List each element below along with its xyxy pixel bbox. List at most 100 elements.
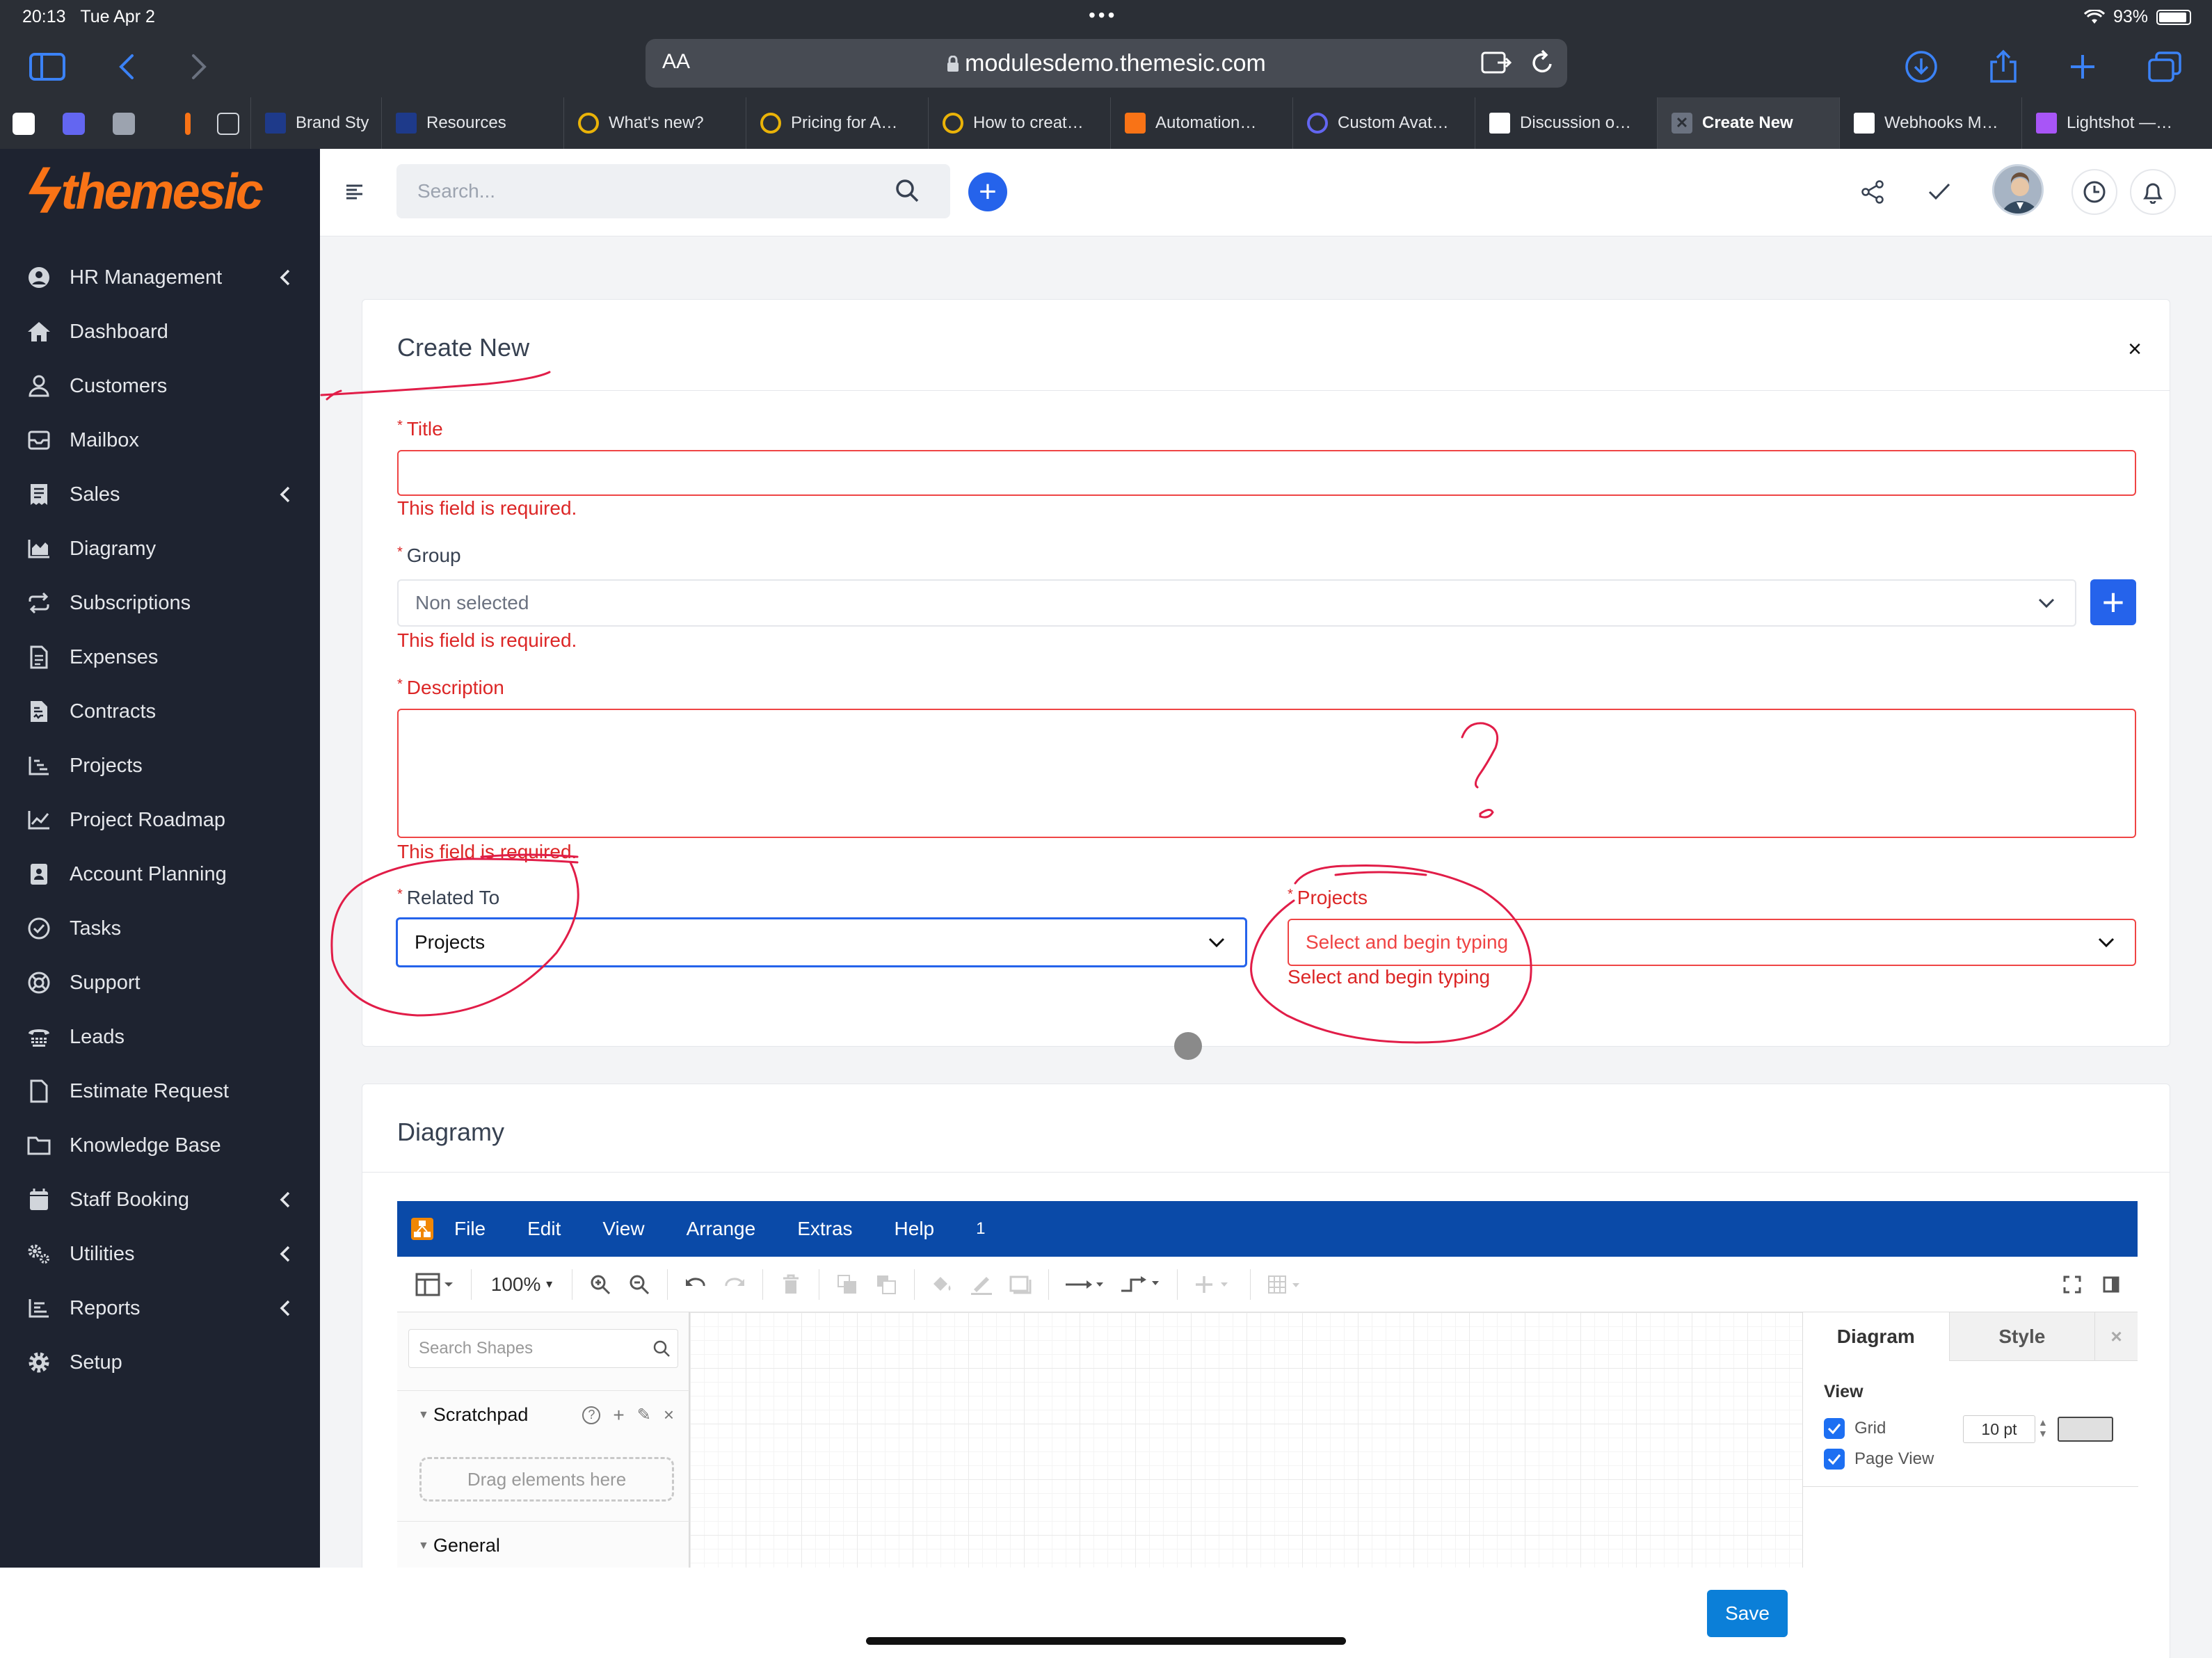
fill-color-icon[interactable] [923,1265,962,1304]
connection-icon[interactable] [1057,1265,1113,1304]
search-icon[interactable] [895,178,920,203]
clock-icon[interactable] [2071,169,2117,215]
sidebar-item-project-roadmap[interactable]: Project Roadmap [0,793,320,847]
pinned-tab[interactable] [113,113,135,135]
sidebar-item-leads[interactable]: Leads [0,1010,320,1064]
menu-view[interactable]: View [602,1218,644,1240]
menu-help[interactable]: Help [895,1218,935,1240]
address-bar[interactable]: AA modulesdemo.themesic.com [646,39,1567,88]
fullscreen-icon[interactable] [2053,1265,2092,1304]
delete-icon[interactable] [771,1265,810,1304]
add-group-button[interactable]: + [2090,579,2136,625]
reader-icon[interactable] [1481,49,1512,77]
menu-toggle-icon[interactable] [334,171,376,213]
pinned-tab[interactable] [63,113,85,135]
browser-tab[interactable]: Lightshot —… [2021,97,2212,149]
sidebar-item-dashboard[interactable]: Dashboard [0,305,320,359]
browser-tab[interactable]: Discussion o… [1475,97,1657,149]
sidebar-item-hr-management[interactable]: HR Management [0,250,320,305]
bell-icon[interactable] [2130,169,2176,215]
undo-icon[interactable] [676,1265,715,1304]
check-icon[interactable] [1918,171,1960,213]
back-icon[interactable] [107,47,146,86]
menu-extras[interactable]: Extras [797,1218,852,1240]
browser-tab[interactable]: What's new? [563,97,746,149]
url-text[interactable]: modulesdemo.themesic.com [646,50,1567,77]
tabs-overview-icon[interactable] [2145,47,2184,86]
line-color-icon[interactable] [962,1265,1001,1304]
pinned-tab[interactable] [217,113,239,135]
scratchpad-header[interactable]: ▼ Scratchpad ? + ✎ × [397,1390,689,1439]
sidebar-item-diagramy[interactable]: Diagramy [0,522,320,576]
browser-tab[interactable]: Automation… [1110,97,1292,149]
zoom-out-icon[interactable] [620,1265,659,1304]
page-view-checkbox[interactable] [1824,1449,1845,1470]
projects-select[interactable]: Select and begin typing [1288,919,2136,966]
quick-add-button[interactable]: + [968,172,1007,211]
to-back-icon[interactable] [867,1265,906,1304]
pinned-tab[interactable] [13,113,35,135]
format-panel-icon[interactable] [407,1265,463,1304]
download-icon[interactable] [1902,47,1941,86]
browser-tab[interactable]: Resources [381,97,563,149]
page-count[interactable]: 1 [976,1219,985,1239]
title-input[interactable] [397,450,2136,496]
sidebar-item-tasks[interactable]: Tasks [0,901,320,956]
brand-logo[interactable]: ϟ themesic [28,153,264,231]
drag-handle[interactable] [1174,1032,1202,1060]
save-button[interactable]: Save [1707,1590,1788,1637]
waypoints-icon[interactable] [1113,1265,1169,1304]
share-icon[interactable] [1984,47,2023,86]
edit-icon[interactable]: ✎ [637,1405,651,1425]
general-header[interactable]: ▼ General [397,1521,689,1570]
related-to-select[interactable]: Projects [396,917,1247,967]
menu-file[interactable]: File [454,1218,486,1240]
grid-color-swatch[interactable] [2058,1417,2113,1442]
search-icon[interactable] [652,1339,671,1358]
sidebar-item-reports[interactable]: Reports [0,1281,320,1335]
sidebar-item-sales[interactable]: Sales [0,467,320,522]
close-format-icon[interactable]: × [2094,1312,2138,1361]
grid-checkbox[interactable] [1824,1418,1845,1439]
sidebar-item-knowledge-base[interactable]: Knowledge Base [0,1118,320,1173]
search-input[interactable] [396,164,883,218]
insert-icon[interactable] [1186,1265,1242,1304]
shapes-search-input[interactable] [409,1330,639,1367]
sidebar-item-support[interactable]: Support [0,956,320,1010]
sidebar-toggle-icon[interactable] [28,47,67,86]
browser-tab[interactable]: Brand Sty [250,97,381,149]
table-icon[interactable] [1259,1265,1315,1304]
browser-tab[interactable]: How to creat… [928,97,1110,149]
reload-icon[interactable] [1530,49,1555,77]
sidebar-item-projects[interactable]: Projects [0,739,320,793]
toggle-format-icon[interactable] [2092,1265,2131,1304]
multitasking-dots[interactable]: ••• [1089,4,1117,26]
menu-edit[interactable]: Edit [527,1218,561,1240]
close-icon[interactable]: × [664,1404,674,1426]
new-tab-icon[interactable] [2063,47,2102,86]
sidebar-item-mailbox[interactable]: Mailbox [0,413,320,467]
shadow-icon[interactable] [1001,1265,1040,1304]
redo-icon[interactable] [715,1265,754,1304]
zoom-in-icon[interactable] [581,1265,620,1304]
to-front-icon[interactable] [828,1265,867,1304]
grid-size-stepper[interactable]: ▲ ▼ [2038,1417,2048,1439]
share-nodes-icon[interactable] [1852,171,1893,213]
scratchpad-dropzone[interactable]: Drag elements here [419,1457,674,1502]
tab-style[interactable]: Style [1948,1312,2095,1361]
close-icon[interactable]: × [2128,336,2142,363]
sidebar-item-utilities[interactable]: Utilities [0,1227,320,1281]
browser-tab[interactable]: Webhooks M… [1839,97,2021,149]
avatar[interactable] [1992,164,2044,216]
sidebar-item-expenses[interactable]: Expenses [0,630,320,684]
browser-tab-active[interactable]: ✕ Create New [1657,97,1839,149]
description-textarea[interactable] [397,709,2136,838]
sidebar-item-customers[interactable]: Customers [0,359,320,413]
forward-icon[interactable] [179,47,218,86]
sidebar-item-estimate-request[interactable]: Estimate Request [0,1064,320,1118]
grid-size-input[interactable]: 10 pt [1963,1415,2035,1443]
add-icon[interactable]: + [613,1404,624,1426]
pinned-tab[interactable] [185,113,191,135]
sidebar-item-staff-booking[interactable]: Staff Booking [0,1173,320,1227]
sidebar-item-subscriptions[interactable]: Subscriptions [0,576,320,630]
